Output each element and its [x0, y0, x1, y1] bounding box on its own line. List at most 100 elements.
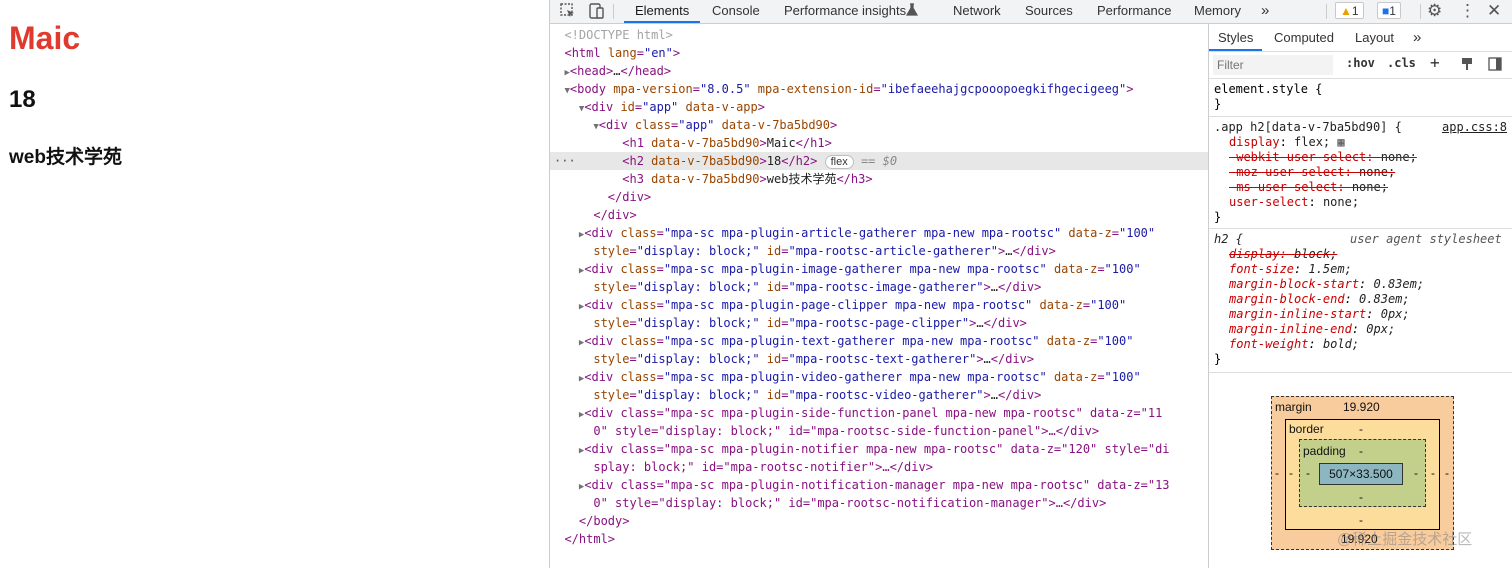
elements-dom-tree: <!DOCTYPE html> <html lang="en"> ▶<head>… — [550, 24, 1208, 568]
rendered-page: Maic 18 web技术学苑 — [0, 0, 549, 568]
dom-line-plugin-div[interactable]: ▶<div class="mpa-sc mpa-plugin-text-gath… — [550, 332, 1208, 350]
dom-line-plugin-div[interactable]: ▶<div class="mpa-sc mpa-plugin-image-gat… — [550, 260, 1208, 278]
dom-line-plugin-div-cont[interactable]: style="display: block;" id="mpa-rootsc-v… — [550, 386, 1208, 404]
dom-line-close-body[interactable]: </body> — [550, 512, 1208, 530]
dom-line-html[interactable]: <html lang="en"> — [550, 44, 1208, 62]
boxmodel-border-left[interactable]: - — [1289, 466, 1293, 480]
rule-close-brace: } — [1214, 97, 1222, 111]
dom-line-close-div[interactable]: </div> — [550, 206, 1208, 224]
dom-line-plugin-div[interactable]: ▶<div class="mpa-sc mpa-plugin-article-g… — [550, 224, 1208, 242]
more-tabs-chevron-icon[interactable]: » — [1413, 24, 1421, 51]
rule1-prop-webkit-user-select[interactable]: -webkit-user-select: none; — [1229, 150, 1417, 165]
settings-gear-icon[interactable]: ⚙ — [1427, 0, 1442, 22]
boxmodel-padding-top[interactable]: - — [1359, 444, 1363, 458]
rule2-prop-font-weight[interactable]: font-weight: bold; — [1229, 337, 1359, 352]
boxmodel-padding-left[interactable]: - — [1306, 466, 1310, 480]
watermark: @稀土掘金技术社区 — [1337, 531, 1473, 548]
devtools-toolbar: Elements Console Performance insights Ne… — [550, 0, 1512, 24]
more-tabs-chevron-icon[interactable]: » — [1261, 0, 1269, 23]
dom-line-h1[interactable]: <h1 data-v-7ba5bd90>Maic</h1> — [550, 134, 1208, 152]
page-heading-h2: 18 — [9, 86, 36, 113]
rule1-prop-user-select[interactable]: user-select: none; — [1229, 195, 1359, 210]
tab-sources[interactable]: Sources — [1025, 0, 1073, 23]
rule-divider — [1209, 116, 1512, 117]
flask-icon — [905, 3, 919, 16]
dom-line-plugin-div-cont[interactable]: style="display: block;" id="mpa-rootsc-t… — [550, 350, 1208, 368]
rule2-prop-display[interactable]: display: block; — [1229, 247, 1337, 262]
rule2-prop-margin-inline-start[interactable]: margin-inline-start: 0px; — [1229, 307, 1410, 322]
dom-line-plugin-div-cont[interactable]: style="display: block;" id="mpa-rootsc-p… — [550, 314, 1208, 332]
boxmodel-padding-label: padding — [1303, 444, 1346, 458]
flex-badge[interactable]: flex — [824, 155, 854, 169]
boxmodel-border-label: border — [1289, 422, 1324, 436]
inspect-element-icon[interactable] — [559, 2, 577, 20]
tab-network[interactable]: Network — [953, 0, 1001, 23]
tab-memory[interactable]: Memory — [1194, 0, 1241, 23]
dom-line-plugin-div[interactable]: ▶<div class="mpa-sc mpa-plugin-video-gat… — [550, 368, 1208, 386]
boxmodel-padding-bottom[interactable]: - — [1359, 490, 1363, 504]
warning-icon: ▲ — [1340, 4, 1352, 18]
new-rule-plus-icon[interactable]: + — [1430, 53, 1440, 72]
rule2-prop-margin-inline-end[interactable]: margin-inline-end: 0px; — [1229, 322, 1395, 337]
rule1-prop-display[interactable]: display: flex; ▦ — [1229, 135, 1345, 150]
dom-line-plugin-div-cont[interactable]: style="display: block;" id="mpa-rootsc-a… — [550, 242, 1208, 260]
dom-line-plugin-div[interactable]: ▶<div class="mpa-sc mpa-plugin-side-func… — [550, 404, 1208, 422]
rule-element-style[interactable]: element.style { — [1214, 82, 1322, 97]
rule2-selector[interactable]: h2 { — [1214, 232, 1243, 247]
dom-line-div-class-app[interactable]: ▼<div class="app" data-v-7ba5bd90> — [550, 116, 1208, 134]
boxmodel-padding-right[interactable]: - — [1414, 466, 1418, 480]
boxmodel-margin-right[interactable]: - — [1445, 466, 1449, 480]
more-actions-dots-icon[interactable]: ··· — [554, 152, 576, 170]
class-toggle[interactable]: .cls — [1387, 56, 1416, 70]
flexbox-editor-icon[interactable]: ▦ — [1337, 135, 1344, 149]
dom-line-close-div[interactable]: </div> — [550, 188, 1208, 206]
tab-performance[interactable]: Performance — [1097, 0, 1171, 23]
dom-line-h2-selected[interactable]: ··· <h2 data-v-7ba5bd90>18</h2> flex == … — [550, 152, 1208, 170]
dom-line-plugin-div[interactable]: ▶<div class="mpa-sc mpa-plugin-page-clip… — [550, 296, 1208, 314]
boxmodel-margin-left[interactable]: - — [1275, 466, 1279, 480]
rule2-prop-margin-block-start[interactable]: margin-block-start: 0.83em; — [1229, 277, 1424, 292]
dom-line-head[interactable]: ▶<head>…</head> — [550, 62, 1208, 80]
rule2-prop-font-size[interactable]: font-size: 1.5em; — [1229, 262, 1352, 277]
tab-performance-insights[interactable]: Performance insights — [784, 0, 906, 23]
boxmodel-border-right[interactable]: - — [1431, 466, 1435, 480]
dom-line-plugin-div-cont[interactable]: 0" style="display: block;" id="mpa-roots… — [550, 494, 1208, 512]
boxmodel-margin-top[interactable]: 19.920 — [1343, 400, 1380, 414]
dom-line-body[interactable]: ▼<body mpa-version="8.0.5" mpa-extension… — [550, 80, 1208, 98]
tab-styles[interactable]: Styles — [1209, 24, 1263, 51]
hover-state-toggle[interactable]: :hov — [1346, 56, 1375, 70]
dom-line-plugin-div[interactable]: ▶<div class="mpa-sc mpa-plugin-notificat… — [550, 476, 1208, 494]
dom-line-doctype[interactable]: <!DOCTYPE html> — [550, 26, 1208, 44]
rule-divider — [1209, 372, 1512, 373]
rule1-prop-moz-user-select[interactable]: -moz-user-select: none; — [1229, 165, 1395, 180]
tab-computed[interactable]: Computed — [1274, 24, 1334, 51]
rule1-selector[interactable]: .app h2[data-v-7ba5bd90] { — [1214, 120, 1402, 135]
rule2-prop-margin-block-end[interactable]: margin-block-end: 0.83em; — [1229, 292, 1410, 307]
warnings-badge[interactable]: ▲1 — [1335, 2, 1364, 19]
toggle-sidebar-icon[interactable] — [1488, 57, 1502, 71]
dom-line-plugin-div-cont[interactable]: 0" style="display: block;" id="mpa-roots… — [550, 422, 1208, 440]
dom-line-h3[interactable]: <h3 data-v-7ba5bd90>web技术学苑</h3> — [550, 170, 1208, 188]
dom-line-plugin-div-cont[interactable]: splay: block;" id="mpa-rootsc-notifier">… — [550, 458, 1208, 476]
toolbar-separator — [613, 4, 614, 19]
messages-count: 1 — [1389, 4, 1396, 18]
tab-elements[interactable]: Elements — [624, 0, 701, 23]
dom-line-plugin-div[interactable]: ▶<div class="mpa-sc mpa-plugin-notifier … — [550, 440, 1208, 458]
tab-layout[interactable]: Layout — [1355, 24, 1394, 51]
rule1-source-link[interactable]: app.css:8 — [1442, 120, 1507, 135]
messages-badge[interactable]: ■1 — [1377, 2, 1401, 19]
dom-line-close-html[interactable]: </html> — [550, 530, 1208, 548]
rule1-prop-ms-user-select[interactable]: -ms-user-select: none; — [1229, 180, 1388, 195]
styles-filter-input[interactable] — [1213, 55, 1333, 75]
boxmodel-content[interactable]: 507×33.500 — [1319, 463, 1403, 485]
device-toolbar-icon[interactable] — [587, 2, 605, 20]
tab-console[interactable]: Console — [712, 0, 760, 23]
rule-divider — [1209, 228, 1512, 229]
more-options-kebab-icon[interactable]: ⋮ — [1459, 0, 1476, 22]
boxmodel-border-bottom[interactable]: - — [1359, 513, 1363, 527]
boxmodel-border-top[interactable]: - — [1359, 422, 1363, 436]
dom-line-plugin-div-cont[interactable]: style="display: block;" id="mpa-rootsc-i… — [550, 278, 1208, 296]
close-devtools-icon[interactable]: ✕ — [1487, 0, 1501, 22]
paint-brush-icon[interactable] — [1460, 57, 1474, 71]
dom-line-div-app[interactable]: ▼<div id="app" data-v-app> — [550, 98, 1208, 116]
